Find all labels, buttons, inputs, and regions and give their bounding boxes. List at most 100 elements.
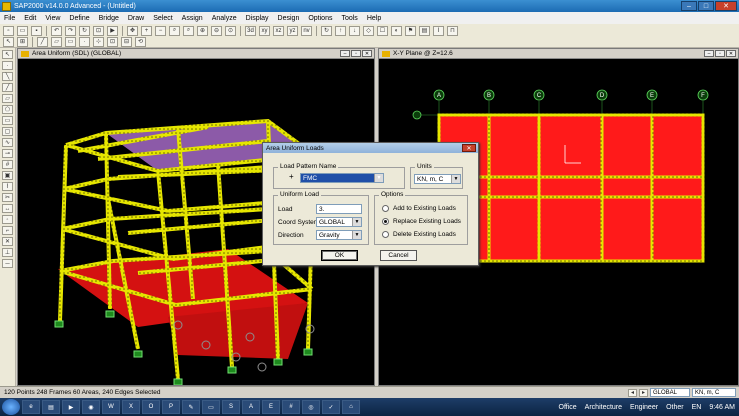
new-model-icon[interactable]: ▫ <box>3 25 14 36</box>
menu-edit[interactable]: Edit <box>24 15 36 22</box>
line-tool-icon[interactable]: ╲ <box>2 72 13 81</box>
quad-tool-icon[interactable]: ▱ <box>2 94 13 103</box>
panel-restore-button[interactable]: ▫ <box>351 50 361 57</box>
notes-icon[interactable]: ✓ <box>322 400 340 414</box>
snap-icon[interactable]: ⊹ <box>93 36 104 47</box>
down-arrow-icon[interactable]: ↓ <box>349 25 360 36</box>
start-button[interactable] <box>2 399 20 415</box>
sap2000-taskbar-icon[interactable]: S <box>222 400 240 414</box>
panel-restore-button[interactable]: ▫ <box>715 50 725 57</box>
deselect-icon[interactable]: ⊟ <box>121 36 132 47</box>
snap-end-icon[interactable]: ⌐ <box>2 226 13 235</box>
dimension-tool-icon[interactable]: ↔ <box>2 204 13 213</box>
zoom-out-icon[interactable]: − <box>155 25 166 36</box>
section-cut-icon[interactable]: ✂ <box>2 193 13 202</box>
camera-icon[interactable]: ◎ <box>302 400 320 414</box>
menu-bridge[interactable]: Bridge <box>99 15 119 22</box>
zoom-step-icon[interactable]: ⊖ <box>211 25 222 36</box>
explorer-icon[interactable]: ▤ <box>42 400 60 414</box>
autocad-icon[interactable]: A <box>242 400 260 414</box>
restore-selection-icon[interactable]: ⟲ <box>135 36 146 47</box>
reshape-icon[interactable]: ⊞ <box>17 36 28 47</box>
snap-perp-icon[interactable]: ⊥ <box>2 248 13 257</box>
lock-icon[interactable]: ⊡ <box>93 25 104 36</box>
refresh-icon[interactable]: ↻ <box>79 25 90 36</box>
etabs-icon[interactable]: E <box>262 400 280 414</box>
maximize-button[interactable]: □ <box>698 1 714 11</box>
cancel-button[interactable]: Cancel <box>380 250 417 261</box>
undo-icon[interactable]: ↶ <box>51 25 62 36</box>
menu-display[interactable]: Display <box>246 15 269 22</box>
coord-status-select[interactable]: GLOBAL <box>650 388 690 397</box>
calculator-icon[interactable]: # <box>282 400 300 414</box>
pan-icon[interactable]: ✥ <box>127 25 138 36</box>
display-options-icon[interactable]: ☐ <box>377 25 388 36</box>
paint-icon[interactable]: ✎ <box>182 400 200 414</box>
zoom-window-icon[interactable]: ⌕ <box>169 25 180 36</box>
zoom-full-icon[interactable]: ⊕ <box>197 25 208 36</box>
line-tool-2-icon[interactable]: ╱ <box>2 83 13 92</box>
draw-area-icon[interactable]: ▱ <box>51 36 62 47</box>
solid-tool-icon[interactable]: ▣ <box>2 171 13 180</box>
menu-select[interactable]: Select <box>153 15 172 22</box>
panel-minimize-button[interactable]: – <box>704 50 714 57</box>
frame-section-icon[interactable]: ⊓ <box>447 25 458 36</box>
units-select[interactable]: KN, m, C ▼ <box>414 174 461 184</box>
ok-button[interactable]: OK <box>321 250 358 261</box>
clock[interactable]: 9:46 AM <box>709 404 735 411</box>
shadow-icon[interactable]: ◐ <box>391 25 402 36</box>
menu-help[interactable]: Help <box>367 15 381 22</box>
grid-tool-icon[interactable]: # <box>2 160 13 169</box>
menu-view[interactable]: View <box>45 15 60 22</box>
menu-draw[interactable]: Draw <box>128 15 144 22</box>
menu-analyze[interactable]: Analyze <box>212 15 237 22</box>
section-icon[interactable]: I <box>433 25 444 36</box>
run-analysis-icon[interactable]: ▶ <box>107 25 118 36</box>
option-delete-radio[interactable]: Delete Existing Loads <box>382 231 456 238</box>
option-add-radio[interactable]: Add to Existing Loads <box>382 205 456 212</box>
scroll-right-icon[interactable]: ▸ <box>639 388 648 397</box>
set-display-icon[interactable]: ⚑ <box>405 25 416 36</box>
minimize-button[interactable]: – <box>681 1 697 11</box>
select-all-icon[interactable]: ⊡ <box>107 36 118 47</box>
excel-icon[interactable]: X <box>122 400 140 414</box>
menu-define[interactable]: Define <box>69 15 89 22</box>
menu-tools[interactable]: Tools <box>341 15 357 22</box>
chrome-icon[interactable]: ◉ <box>82 400 100 414</box>
add-pattern-icon[interactable]: + <box>289 172 294 181</box>
draw-rect-icon[interactable]: ▭ <box>65 36 76 47</box>
draw-frame-icon[interactable]: ╱ <box>37 36 48 47</box>
powerpoint-icon[interactable]: P <box>162 400 180 414</box>
menu-assign[interactable]: Assign <box>182 15 203 22</box>
rotate-icon[interactable]: ↻ <box>321 25 332 36</box>
panel-close-button[interactable]: ✕ <box>362 50 372 57</box>
open-icon[interactable]: ▭ <box>17 25 28 36</box>
taskbar-toolbar-other[interactable]: Other <box>666 404 684 411</box>
view-3d-button[interactable]: 3d <box>245 25 256 36</box>
ie-icon[interactable]: e <box>22 400 40 414</box>
node-tool-icon[interactable]: · <box>2 61 13 70</box>
pointer-icon[interactable]: ↖ <box>3 36 14 47</box>
language-indicator[interactable]: EN <box>692 404 702 411</box>
rect-tool-icon[interactable]: ▭ <box>2 116 13 125</box>
direction-select[interactable]: Gravity ▼ <box>316 230 362 240</box>
menu-file[interactable]: File <box>4 15 15 22</box>
material-icon[interactable]: ▤ <box>419 25 430 36</box>
tendon-tool-icon[interactable]: ⌇ <box>2 182 13 191</box>
panel-close-button[interactable]: ✕ <box>726 50 736 57</box>
close-button[interactable]: ✕ <box>715 1 737 11</box>
poly-tool-icon[interactable]: ⬠ <box>2 105 13 114</box>
view-nv-button[interactable]: nv <box>301 25 312 36</box>
coord-system-select[interactable]: GLOBAL ▼ <box>316 217 362 227</box>
save-icon[interactable]: ▪ <box>31 25 42 36</box>
taskbar-toolbar-engineer[interactable]: Engineer <box>630 404 658 411</box>
perspective-icon[interactable]: ◇ <box>363 25 374 36</box>
menu-design[interactable]: Design <box>278 15 300 22</box>
folder-icon[interactable]: ▭ <box>202 400 220 414</box>
up-arrow-icon[interactable]: ↑ <box>335 25 346 36</box>
pointer-tool-icon[interactable]: ↖ <box>2 50 13 59</box>
zoom-previous-icon[interactable]: ⌕ <box>183 25 194 36</box>
media-player-icon[interactable]: ▶ <box>62 400 80 414</box>
dialog-close-button[interactable]: ✕ <box>462 144 476 152</box>
snap-intersection-icon[interactable]: ✕ <box>2 237 13 246</box>
